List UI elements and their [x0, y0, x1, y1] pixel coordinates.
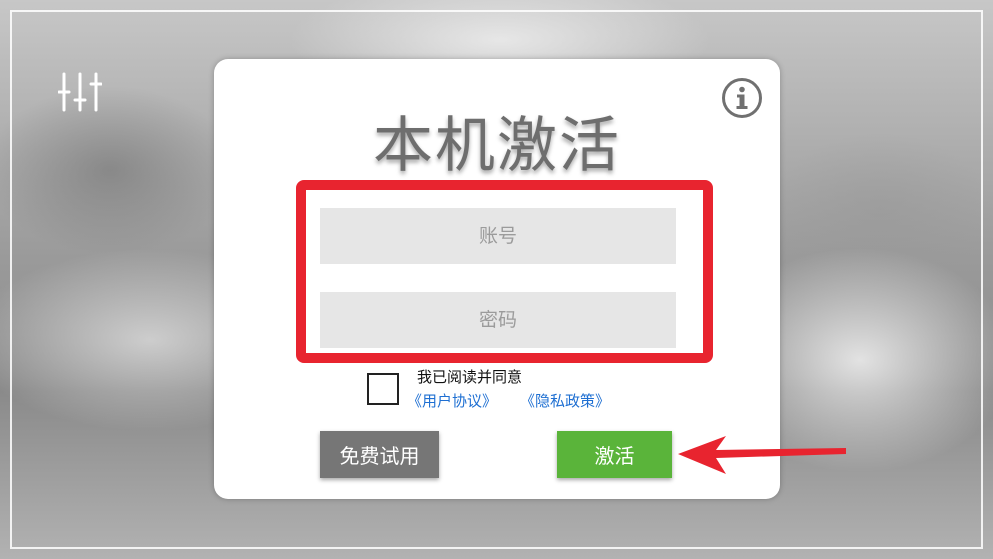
settings-button[interactable]	[57, 72, 103, 112]
agree-checkbox[interactable]	[367, 373, 399, 405]
agree-label: 我已阅读并同意	[417, 368, 523, 386]
dialog-title: 本机激活	[373, 111, 621, 181]
sliders-icon	[57, 72, 103, 112]
privacy-policy-link[interactable]: 《隐私政策》	[520, 390, 610, 411]
annotation-highlight-box	[296, 180, 713, 363]
free-trial-label: 免费试用	[339, 444, 420, 468]
activate-button[interactable]: 激活	[557, 431, 672, 478]
activate-label: 激活	[594, 444, 635, 468]
left-arrow-icon	[678, 436, 846, 474]
free-trial-button[interactable]: 免费试用	[320, 431, 439, 478]
user-agreement-link[interactable]: 《用户协议》	[407, 390, 497, 411]
